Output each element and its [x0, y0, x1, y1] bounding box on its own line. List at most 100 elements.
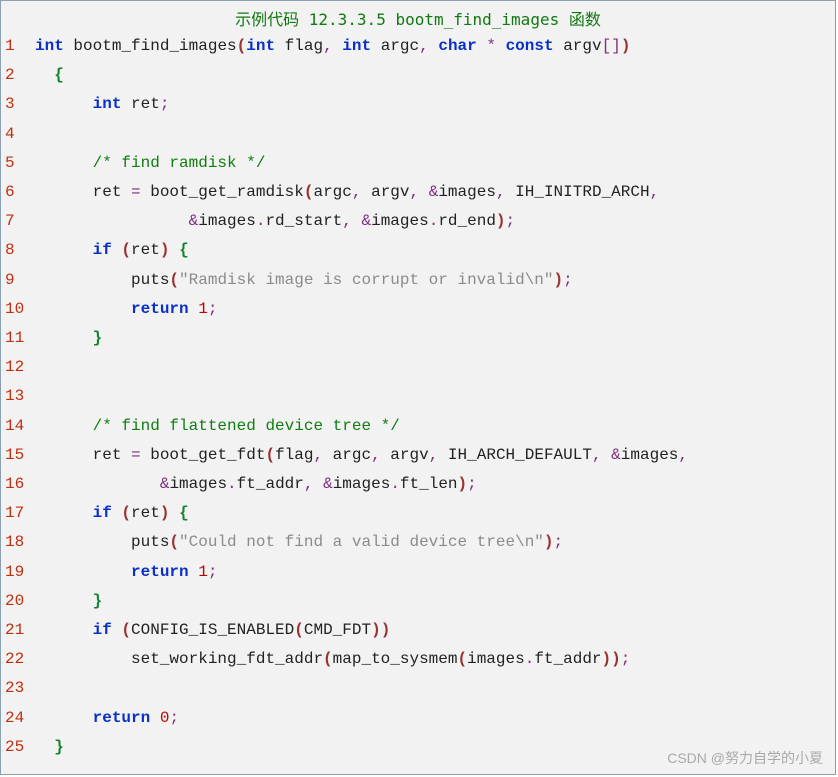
code-line: 14 /* find flattened device tree */ — [1, 412, 825, 441]
line-number: 12 — [1, 353, 29, 382]
token: rd_start — [265, 212, 342, 230]
line-number: 16 — [1, 470, 29, 499]
token: argv — [554, 37, 602, 55]
code-content: &images.rd_start, &images.rd_end); — [29, 207, 515, 236]
token: ( — [294, 621, 304, 639]
token: ) — [160, 504, 170, 522]
token: images — [371, 212, 429, 230]
token: = — [131, 183, 141, 201]
token: int — [35, 37, 64, 55]
token: ) — [381, 621, 391, 639]
token: ( — [237, 37, 247, 55]
token: , — [419, 37, 429, 55]
code-content — [29, 382, 45, 411]
line-number: 11 — [1, 324, 29, 353]
code-line: 16 &images.ft_addr, &images.ft_len); — [1, 470, 825, 499]
token: images — [438, 183, 496, 201]
token: ) — [611, 650, 621, 668]
token: "Ramdisk image is corrupt or invalid\n" — [179, 271, 553, 289]
token: ret — [121, 95, 159, 113]
code-block-container: 示例代码 12.3.3.5 bootm_find_images 函数 1int … — [0, 0, 836, 775]
line-number: 17 — [1, 499, 29, 528]
code-line: 20 } — [1, 587, 825, 616]
code-content: if (ret) { — [29, 499, 189, 528]
token: flag — [275, 37, 323, 55]
token: ret — [35, 446, 131, 464]
line-number: 3 — [1, 90, 29, 119]
code-content: return 1; — [29, 295, 217, 324]
token: 1 — [198, 563, 208, 581]
token: images — [333, 475, 391, 493]
code-content: &images.ft_addr, &images.ft_len); — [29, 470, 477, 499]
token: CMD_FDT — [304, 621, 371, 639]
code-content: puts("Could not find a valid device tree… — [29, 528, 563, 557]
token — [429, 37, 439, 55]
token: ; — [554, 533, 564, 551]
code-line: 23 — [1, 674, 825, 703]
code-line: 13 — [1, 382, 825, 411]
token: argc — [371, 37, 419, 55]
token: ( — [121, 241, 131, 259]
token — [35, 154, 93, 172]
token: { — [179, 241, 189, 259]
token: bootm_find_images — [64, 37, 237, 55]
token: 0 — [160, 709, 170, 727]
token: ( — [169, 533, 179, 551]
token — [112, 621, 122, 639]
code-line: 15 ret = boot_get_fdt(flag, argc, argv, … — [1, 441, 825, 470]
code-line: 22 set_working_fdt_addr(map_to_sysmem(im… — [1, 645, 825, 674]
token — [150, 709, 160, 727]
line-number: 15 — [1, 441, 29, 470]
code-content: ret = boot_get_fdt(flag, argc, argv, IH_… — [29, 441, 688, 470]
token: if — [93, 504, 112, 522]
token — [35, 504, 93, 522]
token — [35, 709, 93, 727]
token: ( — [323, 650, 333, 668]
token: ; — [563, 271, 573, 289]
token: . — [390, 475, 400, 493]
token — [313, 475, 323, 493]
token: boot_get_fdt — [141, 446, 266, 464]
line-number: 2 — [1, 61, 29, 90]
line-number: 5 — [1, 149, 29, 178]
token: puts — [35, 271, 169, 289]
token: images — [467, 650, 525, 668]
token: & — [361, 212, 371, 230]
token: [ — [602, 37, 612, 55]
token: , — [323, 37, 333, 55]
token: ; — [208, 563, 218, 581]
token — [35, 66, 54, 84]
token — [602, 446, 612, 464]
token: "Could not find a valid device tree\n" — [179, 533, 544, 551]
token: set_working_fdt_addr — [35, 650, 323, 668]
code-content: int bootm_find_images(int flag, int argc… — [29, 32, 630, 61]
token — [189, 300, 199, 318]
token: & — [160, 475, 170, 493]
token: ; — [169, 709, 179, 727]
token — [35, 387, 45, 405]
code-line: 21 if (CONFIG_IS_ENABLED(CMD_FDT)) — [1, 616, 825, 645]
token — [333, 37, 343, 55]
token: , — [650, 183, 660, 201]
line-number: 19 — [1, 558, 29, 587]
token: } — [93, 329, 103, 347]
line-number: 24 — [1, 704, 29, 733]
code-content: /* find flattened device tree */ — [29, 412, 400, 441]
token: & — [429, 183, 439, 201]
line-number: 20 — [1, 587, 29, 616]
token: /* find ramdisk */ — [93, 154, 266, 172]
line-number: 13 — [1, 382, 29, 411]
token: ) — [496, 212, 506, 230]
token: { — [179, 504, 189, 522]
token — [35, 95, 93, 113]
token — [419, 183, 429, 201]
token: CONFIG_IS_ENABLED — [131, 621, 294, 639]
token — [35, 241, 93, 259]
token: . — [227, 475, 237, 493]
code-line: 19 return 1; — [1, 558, 825, 587]
code-area: 1int bootm_find_images(int flag, int arg… — [1, 32, 835, 762]
token — [35, 300, 131, 318]
token: . — [429, 212, 439, 230]
line-number: 10 — [1, 295, 29, 324]
token: ) — [371, 621, 381, 639]
